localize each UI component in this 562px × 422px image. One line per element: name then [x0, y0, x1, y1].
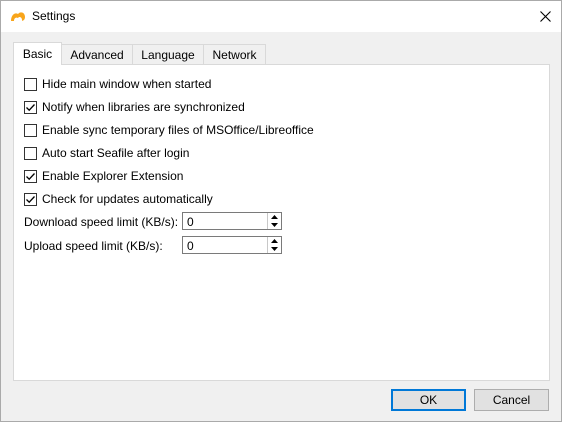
notify-synchronized-checkbox[interactable]: Notify when libraries are synchronized: [24, 99, 245, 115]
checkbox-box[interactable]: [24, 169, 37, 183]
download-limit-value[interactable]: 0: [187, 215, 194, 229]
checkmark-icon: [26, 103, 35, 111]
upload-limit-label: Upload speed limit (KB/s):: [24, 239, 163, 253]
title-bar[interactable]: Settings: [1, 1, 561, 32]
checkmark-icon: [26, 172, 35, 180]
checkbox-label: Enable Explorer Extension: [42, 169, 184, 183]
cancel-button[interactable]: Cancel: [474, 389, 549, 411]
sync-temp-files-checkbox[interactable]: Enable sync temporary files of MSOffice/…: [24, 122, 314, 138]
checkbox-box[interactable]: [24, 192, 37, 206]
upload-limit-spinbox[interactable]: 0: [182, 236, 282, 254]
tab-network[interactable]: Network: [203, 44, 266, 65]
ok-button-label: OK: [419, 393, 438, 407]
checkbox-box[interactable]: [24, 146, 37, 160]
checkbox-box[interactable]: [24, 77, 37, 91]
download-limit-label: Download speed limit (KB/s):: [24, 215, 179, 229]
spin-down-icon[interactable]: [268, 221, 281, 229]
download-limit-spinbox[interactable]: 0: [182, 212, 282, 230]
basic-settings-panel: Hide main window when started Notify whe…: [13, 64, 550, 381]
upload-limit-value[interactable]: 0: [187, 239, 194, 253]
checkbox-label: Check for updates automatically: [42, 192, 213, 206]
tab-basic[interactable]: Basic: [13, 42, 62, 65]
tab-network-label: Network: [212, 48, 257, 62]
tab-advanced-label: Advanced: [70, 48, 124, 62]
spin-up-icon[interactable]: [268, 213, 281, 221]
spin-down-icon[interactable]: [268, 245, 281, 253]
explorer-extension-checkbox[interactable]: Enable Explorer Extension: [24, 168, 183, 184]
settings-window: Settings Basic Advanced Language Network…: [0, 0, 562, 422]
auto-start-checkbox[interactable]: Auto start Seafile after login: [24, 145, 189, 161]
checkmark-icon: [26, 195, 35, 203]
checkbox-label: Enable sync temporary files of MSOffice/…: [42, 123, 314, 137]
tab-language[interactable]: Language: [132, 44, 204, 65]
tab-basic-label: Basic: [22, 47, 53, 61]
spin-up-icon[interactable]: [268, 237, 281, 245]
check-updates-checkbox[interactable]: Check for updates automatically: [24, 191, 213, 207]
hide-main-window-checkbox[interactable]: Hide main window when started: [24, 76, 211, 92]
spin-arrows: [267, 213, 281, 229]
seafile-logo-icon: [10, 9, 26, 23]
spin-arrows: [267, 237, 281, 253]
close-icon[interactable]: [529, 3, 561, 30]
tab-advanced[interactable]: Advanced: [61, 44, 133, 65]
checkbox-label: Auto start Seafile after login: [42, 146, 190, 160]
checkbox-box[interactable]: [24, 123, 37, 137]
cancel-button-label: Cancel: [492, 393, 531, 407]
window-title: Settings: [32, 9, 76, 23]
ok-button[interactable]: OK: [391, 389, 466, 411]
tab-language-label: Language: [141, 48, 195, 62]
checkbox-box[interactable]: [24, 100, 37, 114]
checkbox-label: Hide main window when started: [42, 77, 212, 91]
checkbox-label: Notify when libraries are synchronized: [42, 100, 245, 114]
